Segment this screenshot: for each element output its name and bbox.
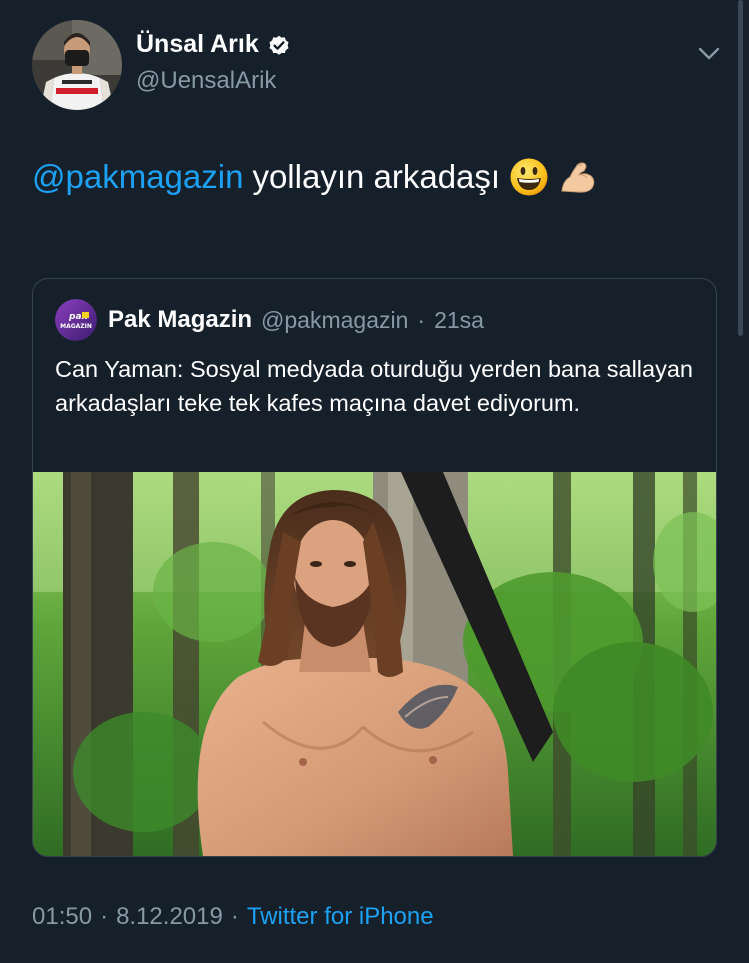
quoted-tweet-card[interactable]: pak MAGAZIN Pak Magazin @pakmagazin · 21… bbox=[32, 278, 717, 857]
media-image bbox=[33, 472, 716, 856]
footer-separator: · bbox=[230, 903, 239, 930]
grinning-face-emoji bbox=[510, 158, 548, 196]
quoted-tweet-photo[interactable] bbox=[33, 472, 716, 856]
logo-text-bottom: MAGAZIN bbox=[60, 323, 92, 330]
flexed-biceps-emoji bbox=[561, 162, 595, 193]
separator-dot: · bbox=[417, 306, 426, 333]
tweet-text: @pakmagazin yollayın arkadaşı bbox=[32, 154, 598, 200]
tweet-body-text: yollayın arkadaşı bbox=[252, 158, 501, 195]
quoted-author-handle[interactable]: @pakmagazin bbox=[261, 307, 408, 334]
tweet-detail-view: Ünsal Arık @UensalArik @pakmagazin yolla… bbox=[0, 0, 749, 963]
tweet-time: 01:50 bbox=[32, 903, 93, 930]
quoted-author-name[interactable]: Pak Magazin bbox=[108, 306, 252, 334]
avatar-photo bbox=[32, 20, 122, 110]
tweet-source-link[interactable]: Twitter for iPhone bbox=[247, 903, 434, 931]
tweet-header: Ünsal Arık @UensalArik bbox=[32, 20, 722, 112]
scrollbar[interactable] bbox=[738, 0, 743, 336]
author-name[interactable]: Ünsal Arık bbox=[136, 30, 259, 59]
author-handle[interactable]: @UensalArik bbox=[136, 67, 276, 95]
quoted-tweet-header: pak MAGAZIN Pak Magazin @pakmagazin · 21… bbox=[55, 299, 484, 341]
footer-separator: · bbox=[100, 903, 109, 930]
mention-link[interactable]: @pakmagazin bbox=[32, 154, 243, 200]
quoted-tweet-time[interactable]: 21sa bbox=[434, 307, 484, 334]
author-avatar[interactable] bbox=[32, 20, 122, 110]
author-name-row: Ünsal Arık bbox=[136, 30, 291, 59]
quoted-author-avatar[interactable]: pak MAGAZIN bbox=[55, 299, 97, 341]
quoted-tweet-text: Can Yaman: Sosyal medyada oturduğu yerde… bbox=[55, 356, 693, 416]
tweet-date: 8.12.2019 bbox=[116, 903, 223, 930]
tweet-footer: 01:50 · 8.12.2019 · Twitter for iPhone bbox=[32, 903, 434, 931]
verified-badge-icon bbox=[269, 35, 289, 55]
pak-magazin-logo-icon: pak MAGAZIN bbox=[55, 299, 97, 341]
chevron-down-icon[interactable] bbox=[696, 40, 722, 66]
